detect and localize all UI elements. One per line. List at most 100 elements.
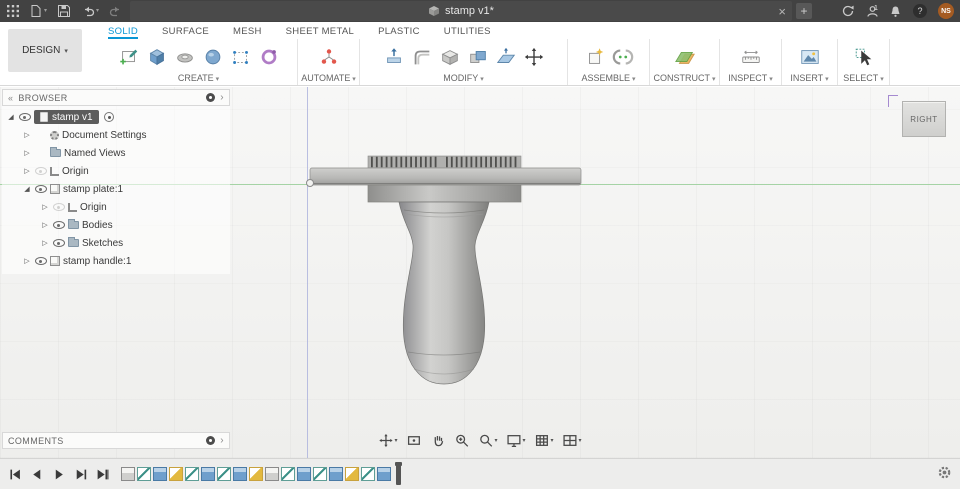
timeline-feature[interactable] (297, 467, 311, 481)
undo-button[interactable] (81, 4, 99, 18)
close-tab-icon[interactable] (778, 1, 786, 21)
create-sketch-button[interactable] (116, 44, 142, 70)
view-cube[interactable]: RIGHT (902, 101, 946, 137)
group-label-select[interactable]: SELECT (843, 73, 883, 83)
play-button[interactable] (52, 468, 65, 481)
bell-icon[interactable] (889, 5, 902, 18)
expand-arrow-icon[interactable] (40, 221, 50, 229)
tree-item-document-settings[interactable]: Document Settings (2, 126, 230, 144)
visibility-eye-icon[interactable] (35, 185, 47, 193)
revolve-button[interactable] (172, 44, 198, 70)
expand-arrow-icon[interactable] (22, 167, 32, 175)
measure-button[interactable] (738, 44, 764, 70)
pan-button[interactable] (430, 433, 445, 448)
expand-arrow-icon[interactable] (40, 239, 50, 247)
group-label-create[interactable]: CREATE (178, 73, 219, 83)
skip-to-end-button[interactable] (96, 468, 109, 481)
timeline-feature[interactable] (137, 467, 151, 481)
tab-sheet-metal[interactable]: SHEET METAL (286, 26, 354, 39)
timeline-feature[interactable] (249, 467, 263, 481)
visibility-eye-icon[interactable] (35, 167, 47, 175)
sphere-button[interactable] (200, 44, 226, 70)
step-forward-button[interactable] (74, 468, 87, 481)
panel-dot-icon[interactable] (206, 93, 216, 102)
joint-button[interactable] (610, 44, 636, 70)
workspace-switcher[interactable]: DESIGN (8, 29, 82, 72)
tree-item-bodies[interactable]: Bodies (2, 216, 230, 234)
timeline-feature[interactable] (281, 467, 295, 481)
move-copy-button[interactable] (521, 44, 547, 70)
press-pull-button[interactable] (381, 44, 407, 70)
display-settings-button[interactable] (506, 433, 525, 448)
visibility-eye-icon[interactable] (19, 113, 31, 121)
visibility-eye-icon[interactable] (35, 257, 47, 265)
timeline-feature[interactable] (361, 467, 375, 481)
browser-header[interactable]: BROWSER (2, 89, 230, 106)
timeline-feature[interactable] (201, 467, 215, 481)
timeline-feature[interactable] (377, 467, 391, 481)
tree-item-named-views[interactable]: Named Views (2, 144, 230, 162)
timeline-feature[interactable] (313, 467, 327, 481)
activate-radio-icon[interactable] (103, 112, 114, 122)
expand-arrow-icon[interactable] (22, 131, 32, 139)
coil-button[interactable] (256, 44, 282, 70)
timeline-position-marker[interactable] (395, 461, 402, 485)
tab-mesh[interactable]: MESH (233, 26, 262, 39)
new-tab-button[interactable] (796, 3, 812, 19)
collapse-panel-icon[interactable] (8, 93, 13, 103)
combine-button[interactable] (465, 44, 491, 70)
timeline-feature[interactable] (153, 467, 167, 481)
profile-status-icon[interactable]: 1 (866, 3, 878, 18)
visibility-eye-icon[interactable] (53, 221, 65, 229)
extrude-button[interactable] (144, 44, 170, 70)
panel-chevron-icon[interactable] (220, 435, 224, 446)
skip-to-start-button[interactable] (8, 468, 21, 481)
construct-plane-button[interactable] (672, 44, 698, 70)
tab-solid[interactable]: SOLID (108, 26, 139, 39)
tree-item-root[interactable]: stamp v1 (2, 108, 230, 126)
select-button[interactable] (851, 44, 877, 70)
tree-item-origin[interactable]: Origin (2, 162, 230, 180)
viewports-button[interactable] (563, 433, 582, 448)
expand-arrow-icon[interactable] (6, 113, 16, 121)
help-icon[interactable]: ? (913, 4, 927, 18)
redo-button[interactable] (109, 4, 123, 18)
visibility-eye-icon[interactable] (53, 239, 65, 247)
panel-chevron-icon[interactable] (220, 92, 224, 103)
timeline-feature[interactable] (169, 467, 183, 481)
zoom-window-button[interactable] (478, 433, 497, 448)
box-primitive-button[interactable] (228, 44, 254, 70)
document-tab[interactable]: stamp v1* (130, 1, 792, 21)
active-document-pill[interactable]: stamp v1 (34, 110, 99, 124)
viewport-canvas[interactable]: RIGHT BROWSER stamp v1 (0, 87, 960, 458)
offset-face-button[interactable] (493, 44, 519, 70)
group-label-inspect[interactable]: INSPECT (728, 73, 772, 83)
expand-arrow-icon[interactable] (40, 203, 50, 211)
visibility-eye-icon[interactable] (53, 203, 65, 211)
timeline-feature[interactable] (185, 467, 199, 481)
timeline-feature[interactable] (329, 467, 343, 481)
tab-plastic[interactable]: PLASTIC (378, 26, 420, 39)
look-at-button[interactable] (406, 433, 421, 448)
tab-utilities[interactable]: UTILITIES (444, 26, 491, 39)
tab-surface[interactable]: SURFACE (162, 26, 209, 39)
automate-script-button[interactable] (316, 44, 342, 70)
comments-header[interactable]: COMMENTS (2, 432, 230, 449)
timeline-feature[interactable] (217, 467, 231, 481)
timeline-feature[interactable] (345, 467, 359, 481)
expand-arrow-icon[interactable] (22, 257, 32, 265)
expand-arrow-icon[interactable] (22, 185, 32, 193)
group-label-assemble[interactable]: ASSEMBLE (582, 73, 636, 83)
orbit-button[interactable] (378, 433, 397, 448)
tree-item-stamp-plate[interactable]: stamp plate:1 (2, 180, 230, 198)
timeline-feature[interactable] (121, 467, 135, 481)
zoom-button[interactable] (454, 433, 469, 448)
group-label-automate[interactable]: AUTOMATE (301, 73, 356, 83)
app-grid-icon[interactable] (7, 5, 19, 17)
tree-item-origin-child[interactable]: Origin (2, 198, 230, 216)
fillet-button[interactable] (409, 44, 435, 70)
new-component-button[interactable] (582, 44, 608, 70)
expand-arrow-icon[interactable] (22, 149, 32, 157)
panel-dot-icon[interactable] (206, 436, 216, 445)
timeline-settings-button[interactable] (937, 465, 952, 483)
